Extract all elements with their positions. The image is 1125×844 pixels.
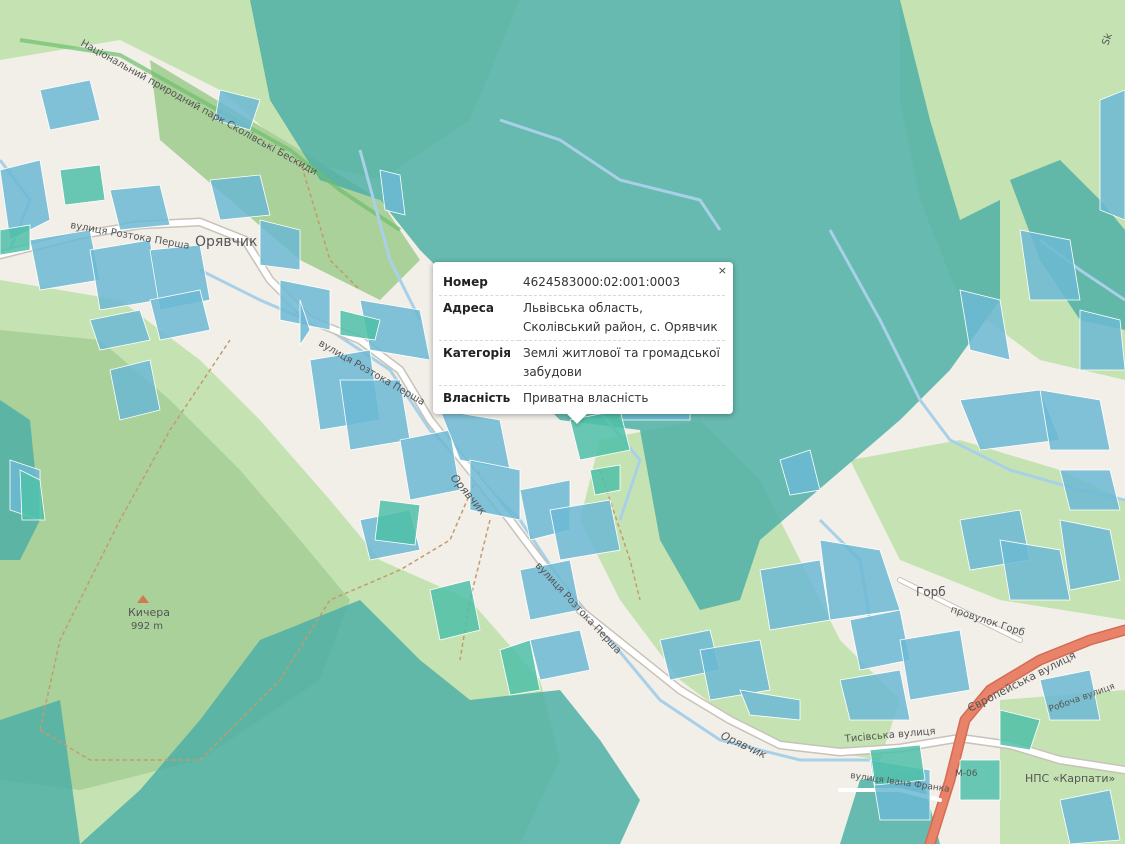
village-label: Орявчик — [195, 234, 257, 250]
peak-name-label: Кичера — [128, 606, 170, 619]
road-code-label: М-06 — [955, 769, 978, 779]
row-value: 4624583000:02:001:0003 — [519, 270, 725, 296]
row-key: Категорія — [439, 340, 519, 386]
row-value: Львівська область, Сколівський район, с.… — [519, 295, 725, 341]
hamlet-label: Горб — [916, 585, 946, 599]
parcel-info-popup: × Номер 4624583000:02:001:0003 Адреса Ль… — [433, 262, 733, 424]
parcel-info-table: Номер 4624583000:02:001:0003 Адреса Льві… — [439, 270, 725, 411]
peak-height-label: 992 m — [131, 621, 163, 632]
table-row: Власність Приватна власність — [439, 386, 725, 412]
row-value: Приватна власність — [523, 391, 649, 405]
row-value: Землі житлової та громадської забудови — [519, 340, 725, 386]
nps-label: НПС «Карпати» — [1025, 772, 1115, 785]
table-row: Номер 4624583000:02:001:0003 — [439, 270, 725, 296]
row-key: Адреса — [439, 295, 519, 341]
row-key: Номер — [439, 270, 519, 296]
row-key: Власність — [443, 391, 511, 405]
table-row: Категорія Землі житлової та громадської … — [439, 340, 725, 386]
table-row: Адреса Львівська область, Сколівський ра… — [439, 295, 725, 341]
map-canvas[interactable]: Орявчик вулиця Розтока Перша вулиця Розт… — [0, 0, 1125, 844]
